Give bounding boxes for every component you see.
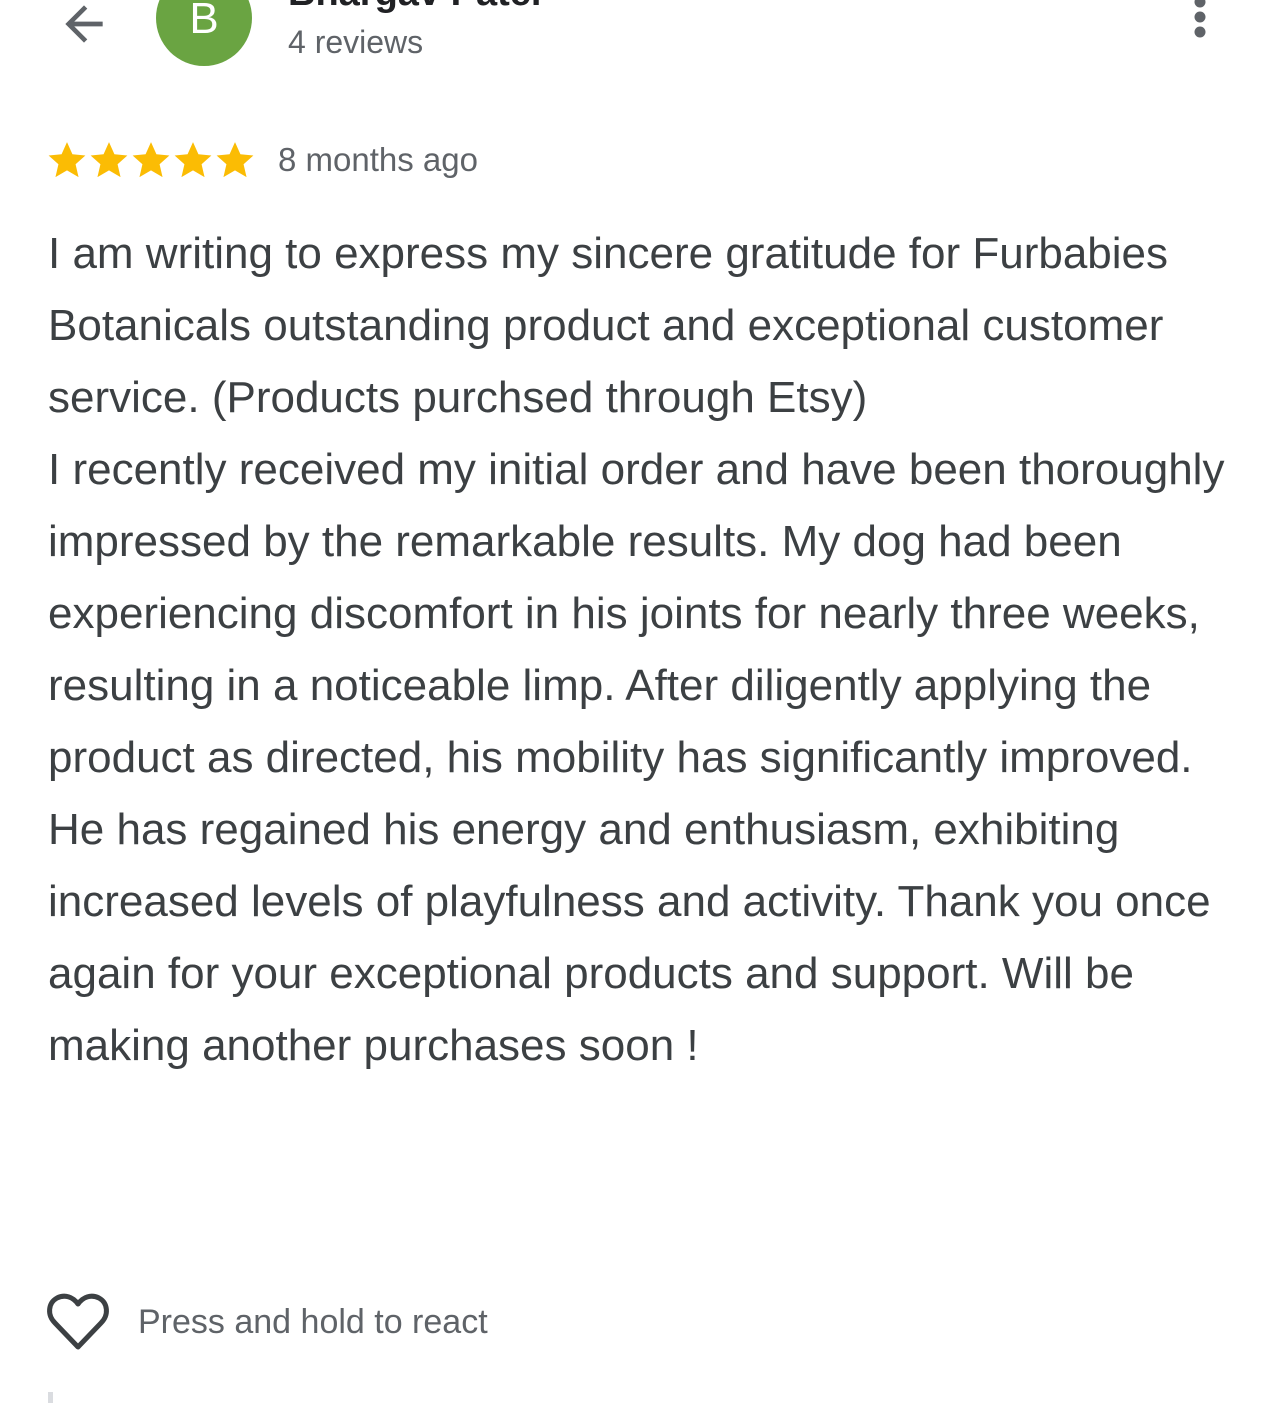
star-icon: [174, 142, 212, 178]
scroll-indicator: [48, 1392, 53, 1403]
more-vertical-icon: [1194, 0, 1206, 38]
rating-row: 8 months ago: [46, 136, 478, 184]
heart-outline-icon: [47, 1293, 109, 1350]
review-text: I am writing to express my sincere grati…: [48, 218, 1238, 1082]
avatar[interactable]: B: [156, 0, 252, 66]
star-rating: [46, 139, 256, 181]
star-icon: [90, 142, 128, 178]
review-count: 4 reviews: [288, 24, 424, 60]
review-date: 8 months ago: [278, 141, 478, 178]
review-header: B Bhargav Patel 4 reviews: [0, 0, 1284, 100]
review-paragraph: I recently received my initial order and…: [48, 445, 1225, 1070]
more-options-button[interactable]: [1176, 0, 1224, 50]
arrow-left-icon: [65, 5, 103, 43]
react-label: Press and hold to react: [138, 1302, 488, 1341]
reviewer-name[interactable]: Bhargav Patel: [288, 0, 541, 15]
star-icon: [132, 142, 170, 178]
star-icon: [216, 142, 254, 178]
back-button[interactable]: [52, 0, 116, 56]
avatar-letter: B: [189, 0, 219, 43]
review-paragraph: I am writing to express my sincere grati…: [48, 229, 1169, 422]
react-button[interactable]: Press and hold to react: [46, 1290, 488, 1354]
star-icon: [48, 142, 86, 178]
